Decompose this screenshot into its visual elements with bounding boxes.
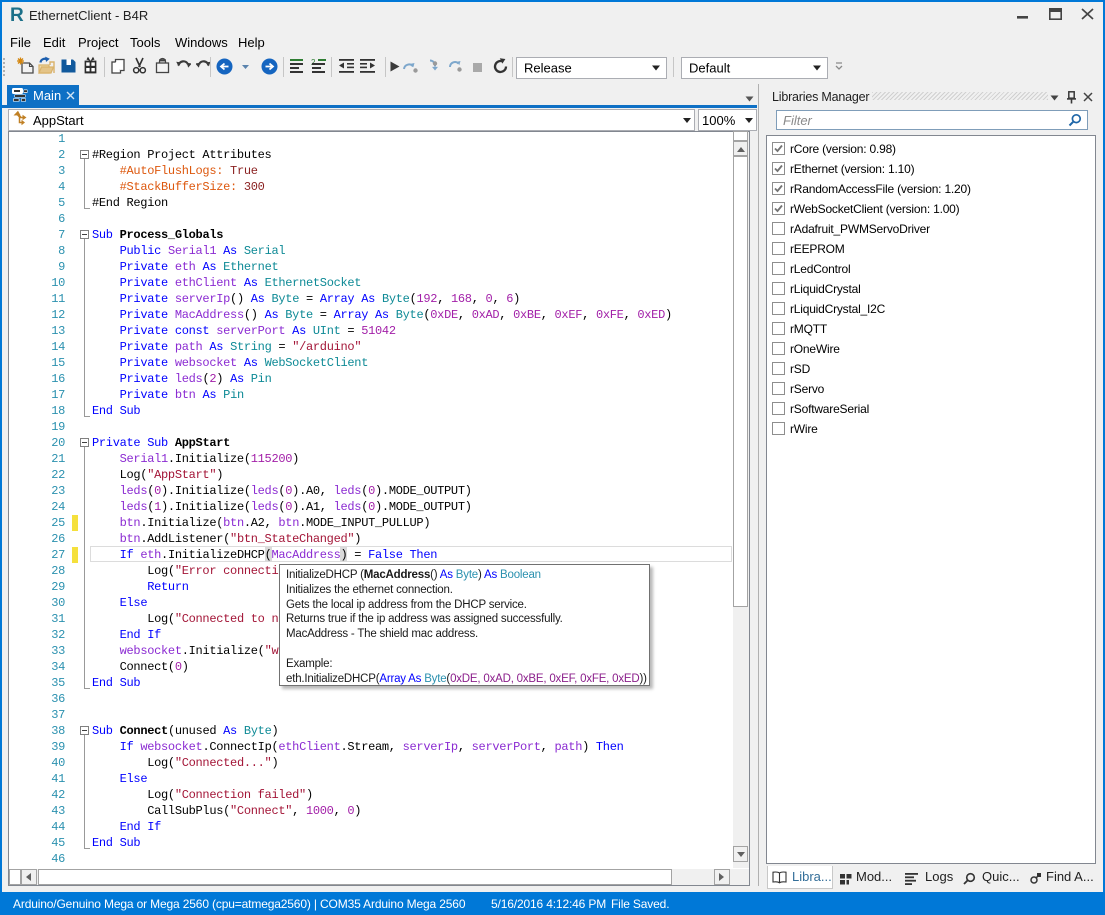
svg-text:2: 2 bbox=[311, 58, 316, 67]
